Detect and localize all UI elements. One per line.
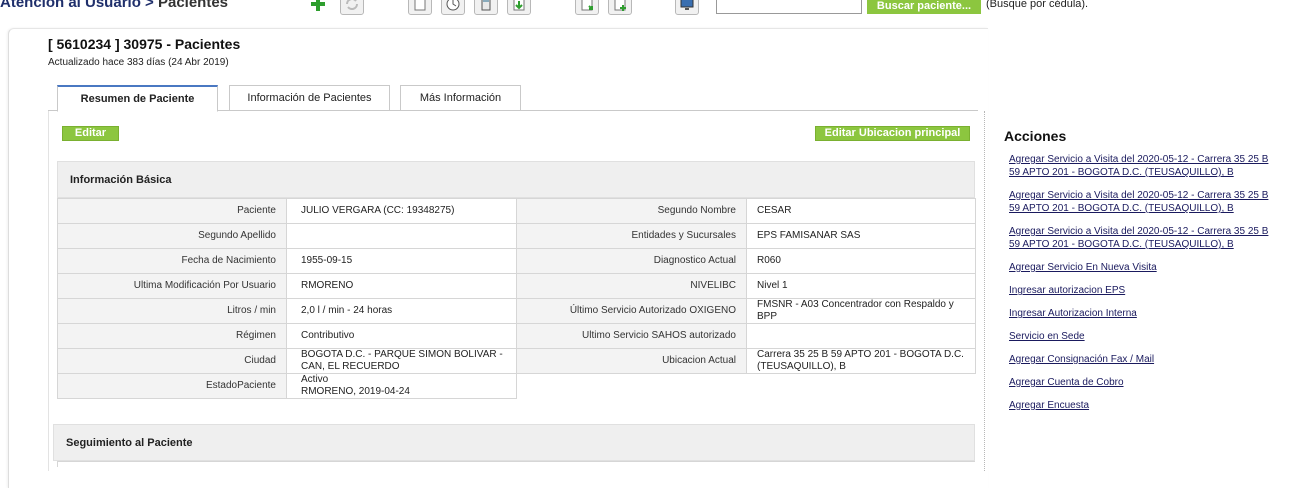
edit-location-button[interactable]: Editar Ubicacion principal [815,126,970,141]
field-value [746,323,976,349]
table-row: Régimen Contributivo Ultimo Servicio SAHOS… [57,323,976,349]
table-row: Litros / min 2,0 l / min - 24 horas Último… [57,298,976,324]
refresh-icon[interactable] [340,0,364,15]
add-icon[interactable] [306,0,330,15]
field-label: Entidades y Sucursales [516,223,747,249]
tracking-header: Seguimiento al Paciente [53,424,975,461]
field-label: Litros / min [57,298,287,324]
field-value: FMSNR - A03 Concentrador con Respaldo y … [746,298,976,324]
breadcrumb-parent[interactable]: Atención al Usuario [0,0,141,11]
field-value: R060 [746,248,976,274]
field-label: Ultimo Servicio SAHOS autorizado [516,323,747,349]
empty-cell [747,374,976,399]
estado-status: Activo [301,374,329,385]
field-label: Segundo Nombre [516,198,747,224]
sidebar-action-link[interactable]: Agregar Encuesta [1009,399,1274,412]
field-value: 1955-09-15 [286,248,517,274]
estado-detail: RMORENO, 2019-04-24 [301,386,410,397]
document-icon[interactable] [408,0,432,15]
field-value: Carrera 35 25 B 59 APTO 201 - BOGOTA D.C… [746,348,976,374]
table-row: Ciudad BOGOTA D.C. - PARQUE SIMON BOLIVAR… [57,348,976,374]
field-value: BOGOTA D.C. - PARQUE SIMON BOLIVAR - CAN… [286,348,517,374]
tab-informacion[interactable]: Información de Pacientes [229,85,390,111]
sidebar-action-link[interactable]: Agregar Consignación Fax / Mail [1009,353,1274,366]
field-label: Último Servicio Autorizado OXIGENO [516,298,747,324]
sidebar-title: Acciones [1004,128,1067,144]
field-label: Ciudad [57,348,287,374]
record-updated: Actualizado hace 383 días (24 Abr 2019) [48,57,229,68]
sidebar-action-link[interactable]: Agregar Cuenta de Cobro [1009,376,1274,389]
tab-mas-informacion[interactable]: Más Información [400,85,521,111]
record-title: [ 5610234 ] 30975 - Pacientes [48,36,241,52]
sidebar-action-link[interactable]: Agregar Servicio En Nueva Visita [1009,261,1274,274]
empty-cell [517,374,747,399]
field-label: Diagnostico Actual [516,248,747,274]
breadcrumb: Atención al Usuario > Pacientes [0,0,228,11]
field-label: Ubicacion Actual [516,348,747,374]
table-row: Paciente JULIO VERGARA (CC: 19348275) Segu… [57,198,976,224]
calculator-icon[interactable] [474,0,498,15]
field-label: Ultima Modificación Por Usuario [57,273,287,299]
basic-info-header: Información Básica [57,161,975,198]
field-label: Régimen [57,323,287,349]
search-input[interactable] [716,0,862,14]
field-label: Segundo Apellido [57,223,287,249]
search-button[interactable]: Buscar paciente... [867,0,981,14]
sidebar-action-link[interactable]: Agregar Servicio a Visita del 2020-05-12… [1009,225,1274,251]
table-row: Fecha de Nacimiento 1955-09-15 Diagnostico… [57,248,976,274]
document-add-icon[interactable] [608,0,632,15]
document-download-icon[interactable] [507,0,531,15]
table-row: EstadoPaciente Activo RMORENO, 2019-04-24 [57,373,976,399]
monitor-icon[interactable] [675,0,699,15]
sidebar-action-link[interactable]: Ingresar autorizacion EPS [1009,284,1274,297]
table-row: Ultima Modificación Por Usuario RMORENO NI… [57,273,976,299]
sidebar-action-link[interactable]: Agregar Servicio a Visita del 2020-05-12… [1009,153,1274,179]
field-label: EstadoPaciente [57,373,287,399]
edit-button[interactable]: Editar [62,126,119,141]
table-row: Segundo Apellido Entidades y Sucursales EP… [57,223,976,249]
field-value: RMORENO [286,273,517,299]
field-label: Paciente [57,198,287,224]
basic-info-table: Paciente JULIO VERGARA (CC: 19348275) Segu… [57,198,976,399]
sidebar-action-link[interactable]: Servicio en Sede [1009,330,1274,343]
field-value: CESAR [746,198,976,224]
search-hint: (Busque por cédula). [986,0,1089,10]
actions-sidebar: Acciones Agregar Servicio a Visita del 2… [1004,128,1274,422]
sidebar-action-link[interactable]: Ingresar Autorizacion Interna [1009,307,1274,320]
field-value: Nivel 1 [746,273,976,299]
import-icon[interactable] [575,0,599,15]
tab-resumen[interactable]: Resumen de Paciente [57,85,218,112]
breadcrumb-separator: > [140,0,158,11]
tracking-table-top [57,461,975,467]
breadcrumb-current: Pacientes [157,0,229,11]
field-value: JULIO VERGARA (CC: 19348275) [286,198,517,224]
field-value: Contributivo [286,323,517,349]
clock-icon[interactable] [441,0,465,15]
field-label: Fecha de Nacimiento [57,248,287,274]
field-value [286,223,517,249]
field-label: NIVELIBC [516,273,747,299]
top-bar: Atención al Usuario > Pacientes Buscar p… [0,0,1289,16]
field-value: EPS FAMISANAR SAS [746,223,976,249]
field-value-estado: Activo RMORENO, 2019-04-24 [286,373,517,399]
sidebar-action-link[interactable]: Agregar Servicio a Visita del 2020-05-12… [1009,189,1274,215]
field-value: 2,0 l / min - 24 horas [286,298,517,324]
